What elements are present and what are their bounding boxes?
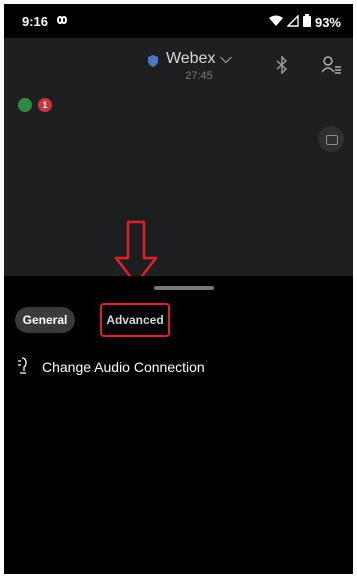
picture-in-picture-button[interactable] — [318, 126, 344, 152]
status-indicators: 93% — [268, 13, 341, 30]
meeting-header[interactable]: Webex ⌵ 27:45 — [144, 50, 254, 82]
network-quality-icon[interactable] — [18, 98, 32, 112]
tab-advanced[interactable]: Advanced — [100, 303, 170, 337]
meeting-timer: 27:45 — [185, 70, 213, 82]
alert-badge[interactable]: 1 — [38, 98, 52, 112]
meeting-video-area: Webex ⌵ 27:45 1 — [4, 38, 353, 276]
tab-general[interactable]: General — [15, 307, 75, 333]
wifi-icon — [268, 15, 283, 30]
battery-percentage: 93% — [314, 14, 341, 30]
drag-handle[interactable] — [154, 286, 214, 290]
status-bar: 9:16 93% — [4, 4, 353, 38]
phone-screen: 9:16 93% Webex ⌵ 27:45 1 General Advance… — [4, 4, 353, 574]
change-audio-connection-item[interactable]: Change Audio Connection — [16, 356, 205, 378]
audio-connection-icon — [16, 356, 30, 378]
meeting-title: Webex ⌵ — [165, 50, 233, 67]
status-time: 9:16 — [22, 14, 49, 29]
cellular-icon — [286, 13, 299, 30]
battery-icon — [302, 14, 311, 30]
infinity-icon — [54, 14, 70, 29]
participants-icon[interactable] — [321, 56, 342, 79]
bluetooth-icon[interactable] — [276, 55, 288, 79]
settings-sheet: General Advanced Change Audio Connection — [4, 276, 353, 574]
chevron-down-icon: ⌵ — [219, 50, 233, 67]
menu-item-label: Change Audio Connection — [42, 359, 205, 375]
